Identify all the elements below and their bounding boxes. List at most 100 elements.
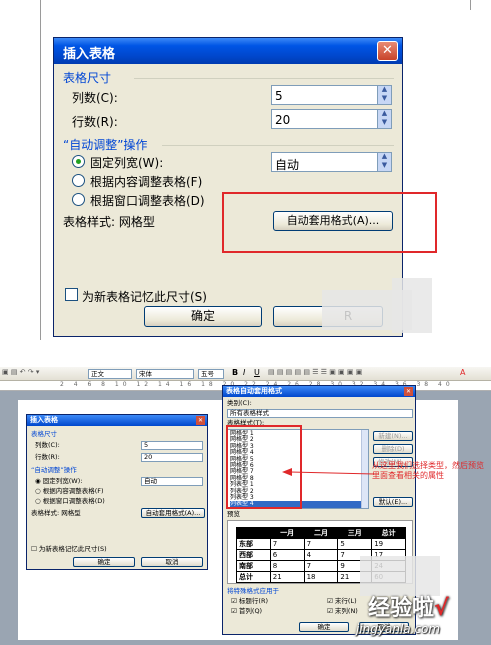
watermark-blur-block xyxy=(392,278,432,333)
mini-fixed-spinner[interactable]: 自动 xyxy=(141,477,203,486)
mini-remember-label: 为新表格记忆此尺寸(S) xyxy=(38,545,107,553)
mini-dialog-title: 插入表格 xyxy=(30,416,58,424)
radio-fit-content[interactable] xyxy=(72,174,85,187)
mini-autofit-group: “自动调整”操作 xyxy=(31,466,77,474)
columns-spin-buttons[interactable]: ▲ ▼ xyxy=(377,86,391,104)
close-button[interactable]: ✕ xyxy=(377,41,398,61)
autoformat-titlebar[interactable]: 表格自动套用格式 ✕ xyxy=(223,386,415,397)
toolbar-icons-right[interactable]: ▤ ▤ ▤ ▤ ▤ ☰ ☰ ▣ ▣ ▣ ▣ xyxy=(268,368,362,376)
mini-radio-fixed[interactable]: ◉ 固定列宽(W): xyxy=(35,477,82,485)
mini-dialog-titlebar[interactable]: 插入表格 ✕ xyxy=(27,415,207,426)
preview-cell: 5 xyxy=(337,538,373,550)
check-header-row[interactable]: ☑ 标题行(R) xyxy=(231,597,268,605)
mini-autoformat-button[interactable]: 自动套用格式(A)... xyxy=(141,508,205,518)
mini-columns-value: 5 xyxy=(144,441,149,449)
check-first-col[interactable]: ☑ 首列(Q) xyxy=(231,607,263,615)
mini-radio-window[interactable]: ○ 根据窗口调整表格(D) xyxy=(35,497,105,505)
mini-columns-spinner[interactable]: 5 xyxy=(141,441,203,450)
autoformat-ok-button[interactable]: 确定 xyxy=(299,622,349,632)
default-style-button[interactable]: 默认(E)... xyxy=(373,497,413,507)
word-toolbar: ▣ ▤ ↶ ↷ ▾ 正文 宋体 五号 B I U ▤ ▤ ▤ ▤ ▤ ☰ ☰ ▣… xyxy=(0,367,491,381)
annotation-line-1: 从这里我们选择类型，然后预览 xyxy=(372,461,484,470)
check-last-row[interactable]: ☑ 末行(L) xyxy=(327,597,357,605)
ok-button-label: 确定 xyxy=(190,309,215,323)
mini-autoformat-label: 自动套用格式(A)... xyxy=(145,509,201,517)
preview-header-cell: 三月 xyxy=(337,527,373,539)
mini-cancel-button[interactable]: 取消 xyxy=(141,557,203,567)
font-color-button[interactable]: A xyxy=(460,368,465,378)
remember-size-checkbox[interactable] xyxy=(65,288,78,301)
underline-button[interactable]: U xyxy=(254,368,260,378)
mini-remember-checkbox[interactable]: ☐ 为新表格记忆此尺寸(S) xyxy=(31,545,107,553)
preview-cell: 19 xyxy=(371,538,406,550)
spin-down-icon[interactable]: ▼ xyxy=(378,162,391,171)
mini-radio-content[interactable]: ○ 根据内容调整表格(F) xyxy=(35,487,104,495)
mini-fixed-value: 自动 xyxy=(144,477,157,485)
radio-fixed-width[interactable] xyxy=(72,155,85,168)
fixed-width-value: 自动 xyxy=(275,158,300,172)
preview-cell: 8 xyxy=(269,560,305,572)
fixed-width-spinner[interactable]: 自动 ▲ ▼ xyxy=(271,152,392,172)
radio-fit-window[interactable] xyxy=(72,193,85,206)
fixed-width-spin-buttons[interactable]: ▲ ▼ xyxy=(377,153,391,171)
new-style-label: 新建(N)... xyxy=(378,432,408,440)
remember-size-label[interactable]: 为新表格记忆此尺寸(S) xyxy=(82,288,207,305)
mini-insert-table-dialog: 插入表格 ✕ 表格尺寸 列数(C): 5 行数(R): 20 “自动调整”操作 … xyxy=(26,414,208,570)
italic-button[interactable]: I xyxy=(243,368,245,378)
ok-button[interactable]: 确定 xyxy=(144,306,262,327)
radio-fit-content-label[interactable]: 根据内容调整表格(F) xyxy=(90,173,202,190)
watermark-brand-text: 经验啦 xyxy=(368,596,435,621)
new-style-button[interactable]: 新建(N)... xyxy=(373,431,413,441)
highlight-box xyxy=(222,192,437,253)
mini-columns-label: 列数(C): xyxy=(35,441,60,449)
preview-header-cell: 一月 xyxy=(269,527,305,539)
annotation-text: 从这里我们选择类型，然后预览 里面查看相关的属性 xyxy=(372,461,490,482)
preview-cell: 4 xyxy=(303,549,339,561)
mini-size-group: 表格尺寸 xyxy=(31,430,57,438)
size-group-title: 表格尺寸 xyxy=(63,71,112,85)
autofit-group-title: “自动调整”操作 xyxy=(63,138,148,152)
rows-spinner[interactable]: 20 ▲ ▼ xyxy=(271,109,392,129)
size-combo-value: 五号 xyxy=(201,370,214,378)
mini-radio-content-label: 根据内容调整表格(F) xyxy=(42,487,104,495)
delete-style-button[interactable]: 删除(D) xyxy=(373,444,413,454)
check-last-col[interactable]: ☑ 末列(N) xyxy=(327,607,358,615)
preview-cell: 21 xyxy=(269,571,305,583)
autoformat-ok-label: 确定 xyxy=(317,623,331,631)
check-first-col-label: 首列(Q) xyxy=(238,607,263,615)
rows-value: 20 xyxy=(275,113,291,127)
spin-down-icon[interactable]: ▼ xyxy=(378,119,391,128)
rows-spin-buttons[interactable]: ▲ ▼ xyxy=(377,110,391,128)
columns-spinner[interactable]: 5 ▲ ▼ xyxy=(271,85,392,105)
autoformat-close-icon[interactable]: ✕ xyxy=(404,387,413,396)
watermark-brand: 经验啦√ xyxy=(368,590,449,622)
autoformat-title: 表格自动套用格式 xyxy=(226,387,282,395)
category-select[interactable]: 所有表格样式 xyxy=(227,409,413,418)
mini-rows-label: 行数(R): xyxy=(35,453,60,461)
mini-rows-spinner[interactable]: 20 xyxy=(141,453,203,462)
style-combo[interactable]: 正文 xyxy=(88,369,132,379)
watermark: 经验啦√ jingyanla.com xyxy=(356,586,491,642)
autofit-group-separator xyxy=(162,145,394,146)
spin-down-icon[interactable]: ▼ xyxy=(378,95,391,104)
radio-fit-window-label[interactable]: 根据窗口调整表格(D) xyxy=(90,192,205,209)
style-combo-value: 正文 xyxy=(91,370,104,378)
document-page-edge xyxy=(40,0,41,340)
close-icon: ✕ xyxy=(382,43,393,58)
mini-style-label: 表格样式: 网格型 xyxy=(31,509,81,517)
mini-rows-value: 20 xyxy=(144,453,153,461)
dialog-titlebar[interactable]: 插入表格 ✕ xyxy=(54,38,402,64)
size-combo[interactable]: 五号 xyxy=(198,369,224,379)
toolbar-icons-left[interactable]: ▣ ▤ ↶ ↷ ▾ xyxy=(2,368,39,376)
preview-cell: 西部 xyxy=(236,549,271,561)
preview-header-cell xyxy=(236,527,271,539)
font-combo[interactable]: 宋体 xyxy=(136,369,194,379)
bold-button[interactable]: B xyxy=(232,368,238,378)
preview-cell: 南部 xyxy=(236,560,271,572)
document-page-edge-right xyxy=(470,0,471,10)
mini-ok-button[interactable]: 确定 xyxy=(73,557,135,567)
annotation-arrow-icon xyxy=(282,468,375,476)
font-combo-value: 宋体 xyxy=(139,370,152,378)
mini-close-icon[interactable]: ✕ xyxy=(196,416,205,425)
radio-fixed-label[interactable]: 固定列宽(W): xyxy=(90,154,163,171)
